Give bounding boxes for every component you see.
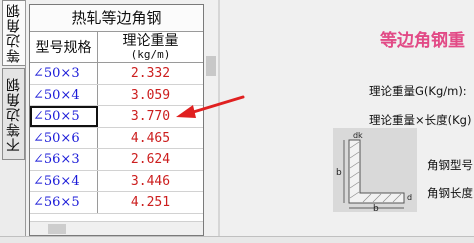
header-spec[interactable]: 型号规格: [30, 32, 98, 62]
table-row[interactable]: ∠56×3 2.624: [30, 149, 203, 171]
horizontal-scrollbar[interactable]: [30, 221, 203, 235]
weight-cell[interactable]: 3.059: [98, 85, 203, 106]
header-weight-label: 理论重量: [122, 32, 179, 49]
vertical-scrollbar[interactable]: [204, 4, 218, 236]
table-row[interactable]: ∠50×6 4.465: [30, 127, 203, 149]
dim-d-right: d: [407, 193, 412, 202]
table-row-selected[interactable]: ∠50×5 3.770: [30, 106, 203, 128]
spec-cell[interactable]: ∠56×3: [30, 149, 98, 170]
angle-length-label: 角钢长度: [427, 186, 473, 200]
spec-cell[interactable]: ∠56×5: [30, 192, 98, 213]
vertical-tab-strip: 等边角钢 不等边角钢: [0, 0, 26, 243]
table-row[interactable]: ∠50×4 3.059: [30, 84, 203, 106]
dim-b-side: b: [336, 168, 342, 178]
header-weight[interactable]: 理论重量 (kg/m): [98, 32, 203, 62]
weight-cell[interactable]: 4.465: [98, 128, 203, 149]
app-title: 等边角钢重: [380, 31, 465, 51]
weight-times-length-label: 理论重量×长度(Kg): [369, 113, 472, 127]
horizontal-scroll-thumb[interactable]: [48, 224, 66, 234]
weight-cell[interactable]: 3.770: [98, 106, 203, 127]
spec-cell[interactable]: ∠56×4: [30, 170, 98, 191]
vertical-scroll-thumb[interactable]: [206, 56, 216, 76]
dim-b-bottom: b: [373, 204, 379, 212]
angle-model-label: 角钢型号: [427, 158, 473, 172]
spec-cell[interactable]: ∠50×5: [30, 106, 98, 127]
header-weight-unit: (kg/m): [130, 47, 171, 61]
status-bar: [0, 236, 474, 243]
tab-unequal-angle[interactable]: 不等边角钢: [2, 68, 25, 160]
dim-k: k: [358, 131, 363, 140]
table-title: 热轧等边角钢: [30, 5, 203, 32]
spec-cell[interactable]: ∠50×4: [30, 84, 98, 105]
weight-cell[interactable]: 2.332: [98, 63, 203, 84]
table-body: ∠50×3 2.332 ∠50×4 3.059 ∠50×5 3.770 ∠50×6 4.…: [30, 63, 203, 214]
theoretical-weight-label: 理论重量G(Kg/m):: [369, 84, 467, 98]
weight-cell[interactable]: 3.446: [98, 171, 203, 192]
tab-equal-angle-label: 等边角钢: [6, 3, 22, 63]
tab-equal-angle[interactable]: 等边角钢: [2, 0, 25, 66]
tab-unequal-angle-label: 不等边角钢: [5, 76, 22, 152]
spec-cell[interactable]: ∠50×3: [30, 63, 98, 84]
panel-divider: [218, 0, 220, 243]
angle-section-diagram: d k b b d: [333, 128, 417, 214]
spec-cell[interactable]: ∠50×6: [30, 127, 98, 148]
table-header: 型号规格 理论重量 (kg/m): [30, 32, 203, 63]
table-row[interactable]: ∠56×5 4.251: [30, 192, 203, 214]
angle-profile-shape: [348, 139, 405, 204]
table-row[interactable]: ∠50×3 2.332: [30, 63, 203, 85]
angle-section-svg: d k b b d: [336, 131, 412, 214]
table-row[interactable]: ∠56×4 3.446: [30, 170, 203, 192]
angle-steel-table: 热轧等边角钢 型号规格 理论重量 (kg/m) ∠50×3 2.332 ∠50×4…: [29, 4, 204, 236]
app-window: 等边角钢 不等边角钢 热轧等边角钢 型号规格 理论重量 (kg/m) ∠50×3…: [0, 0, 474, 243]
weight-cell[interactable]: 4.251: [98, 192, 203, 213]
weight-cell[interactable]: 2.624: [98, 149, 203, 170]
